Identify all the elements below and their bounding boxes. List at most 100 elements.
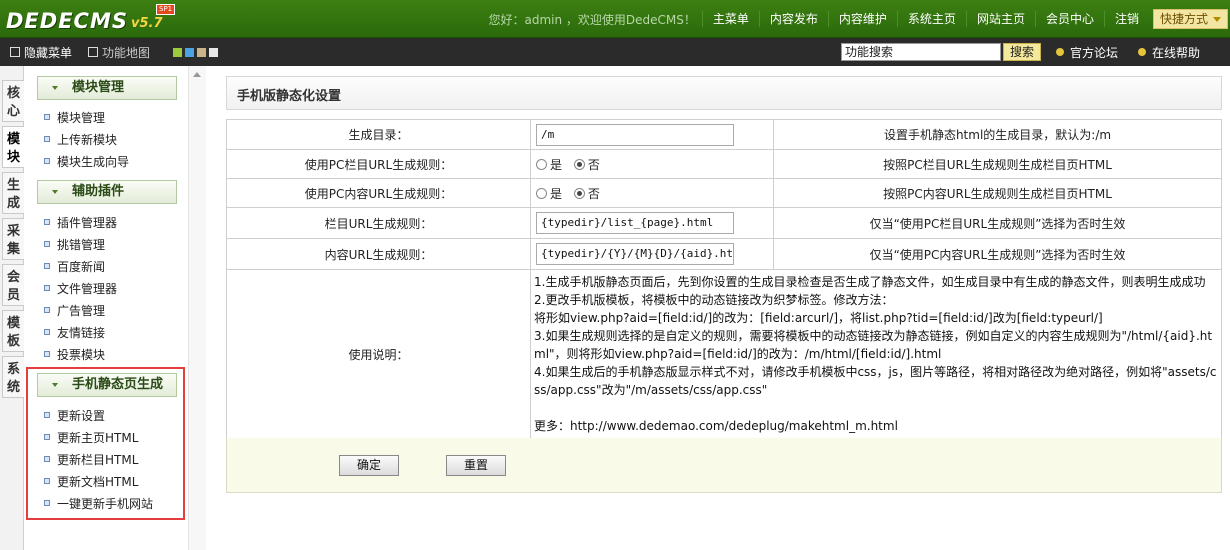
bullet-icon (44, 351, 50, 357)
online-help-link[interactable]: 在线帮助 (1138, 38, 1200, 66)
radio-yes-label: 是 (550, 186, 563, 201)
usage-line: 将形如view.php?aid=[field:id/]的改为：[field:ar… (534, 311, 1103, 325)
menu-item-vote-module[interactable]: 投票模块 (44, 345, 105, 363)
official-forum-label: 官方论坛 (1070, 45, 1119, 60)
menu-item-baidu-news[interactable]: 百度新闻 (44, 257, 105, 275)
scroll-up-icon[interactable] (193, 72, 201, 77)
form-row-pc-column-rule: 使用PC栏目URL生成规则： 是 否 按照PC栏目URL生成规则生成栏目页HTM… (226, 149, 1222, 179)
sub-toolbar: 隐藏菜单 功能地图 功能搜索 搜索 官方论坛 在线帮助 (0, 38, 1230, 66)
menu-item-friend-links[interactable]: 友情链接 (44, 323, 105, 341)
tab-members[interactable]: 会员 (2, 264, 24, 306)
menu-group-title: 模块管理 (72, 80, 125, 95)
column-url-rule-label: 栏目URL生成规则： (226, 207, 531, 239)
bullet-icon (44, 285, 50, 291)
search-button[interactable]: 搜索 (1003, 43, 1041, 61)
side-tabs: 核心 模块 生成 采集 会员 模板 系统 (0, 66, 24, 550)
menu-item-error-report[interactable]: 挑错管理 (44, 235, 105, 253)
form-row-content-url-rule: 内容URL生成规则： {typedir}/{Y}/{M}{D}/{aid}.ht… (226, 238, 1222, 270)
menu-item-plugin-manager[interactable]: 插件管理器 (44, 213, 117, 231)
bullet-icon (44, 219, 50, 225)
menu-group-module-management[interactable]: 模块管理 (37, 76, 177, 100)
official-forum-link[interactable]: 官方论坛 (1056, 38, 1118, 66)
output-dir-desc: 设置手机静态html的生成目录，默认为:/m (773, 119, 1222, 150)
bullet-icon (44, 114, 50, 120)
column-url-rule-desc: 仅当“使用PC栏目URL生成规则”选择为否时生效 (773, 207, 1222, 239)
menu-item-upload-module[interactable]: 上传新模块 (44, 130, 117, 148)
bullet-icon (44, 241, 50, 247)
function-search-input[interactable]: 功能搜索 (841, 43, 1001, 61)
usage-more-link[interactable]: 更多：http://www.dedemao.com/dedeplug/makeh… (534, 417, 1218, 435)
nav-member-center[interactable]: 会员中心 (1034, 11, 1104, 27)
online-help-label: 在线帮助 (1152, 45, 1201, 60)
tab-system[interactable]: 系统 (2, 356, 24, 398)
form-row-output-dir: 生成目录： /m 设置手机静态html的生成目录，默认为:/m (226, 119, 1222, 150)
radio-yes-label: 是 (550, 157, 563, 172)
usage-notes: 1.生成手机版静态页面后，先到你设置的生成目录检查是否生成了静态文件，如生成目录… (530, 269, 1222, 439)
menu-item-label: 广告管理 (57, 303, 106, 318)
dedecms-logo: DEDECMS v5.7 SP1 (6, 4, 176, 34)
menu-item-modules[interactable]: 模块管理 (44, 108, 105, 126)
reset-button[interactable]: 重置 (446, 455, 506, 476)
tab-modules[interactable]: 模块 (2, 126, 24, 168)
skin-swatch-gray[interactable] (209, 47, 218, 57)
menu-item-label: 上传新模块 (57, 132, 118, 147)
logo-version: v5.7 (131, 16, 163, 31)
menu-item-label: 模块生成向导 (57, 154, 130, 169)
menu-item-label: 文件管理器 (57, 281, 118, 296)
tab-collect[interactable]: 采集 (2, 218, 24, 260)
menu-item-module-wizard[interactable]: 模块生成向导 (44, 152, 129, 170)
column-url-rule-input[interactable]: {typedir}/list_{page}.html (536, 212, 734, 234)
menu-item-label: 模块管理 (57, 110, 106, 125)
grid-icon (88, 47, 98, 57)
skin-swatch-blue[interactable] (185, 47, 194, 57)
logo-sp-badge: SP1 (156, 4, 176, 15)
output-dir-input[interactable]: /m (536, 123, 734, 146)
page-title-bar: 手机版静态化设置 (226, 76, 1222, 110)
tab-generate[interactable]: 生成 (2, 172, 24, 214)
menu-splitter[interactable] (188, 66, 206, 550)
usage-line: 2.更改手机版模板，将模板中的动态链接改为织梦标签。修改方法： (534, 293, 894, 307)
pc-column-rule-no-radio[interactable] (573, 158, 585, 170)
nav-site-home[interactable]: 网站主页 (965, 11, 1035, 27)
skin-swatches (173, 38, 221, 66)
skin-swatch-green[interactable] (173, 47, 182, 57)
form-button-bar: 确定 重置 (226, 438, 1222, 493)
menu-item-ad-manager[interactable]: 广告管理 (44, 301, 105, 319)
settings-form: 生成目录： /m 设置手机静态html的生成目录，默认为:/m 使用PC栏目UR… (226, 119, 1222, 439)
nav-content-maintain[interactable]: 内容维护 (827, 11, 897, 27)
pc-content-rule-label: 使用PC内容URL生成规则： (226, 178, 531, 208)
nav-system-home[interactable]: 系统主页 (896, 11, 966, 27)
content-url-rule-input[interactable]: {typedir}/{Y}/{M}{D}/{aid}.html (536, 243, 734, 265)
menu-item-label: 百度新闻 (57, 259, 106, 274)
forum-icon (1056, 48, 1064, 56)
content-url-rule-desc: 仅当“使用PC内容URL生成规则”选择为否时生效 (773, 238, 1222, 270)
usage-line (534, 399, 1218, 417)
skin-swatch-tan[interactable] (197, 47, 206, 57)
quick-links-dropdown[interactable]: 快捷方式 (1152, 9, 1228, 29)
bullet-icon (44, 136, 50, 142)
pc-content-rule-yes-radio[interactable] (536, 187, 547, 199)
menu-group-plugins[interactable]: 辅助插件 (37, 180, 177, 204)
pc-content-rule-desc: 按照PC内容URL生成规则生成栏目页HTML (773, 178, 1222, 208)
pc-column-rule-yes-radio[interactable] (536, 158, 547, 170)
usage-label: 使用说明： (226, 269, 531, 439)
bullet-icon (44, 329, 50, 335)
tab-templates[interactable]: 模板 (2, 310, 24, 352)
hide-menu-button[interactable]: 隐藏菜单 (10, 38, 72, 66)
function-map-button[interactable]: 功能地图 (88, 38, 150, 66)
bullet-icon (44, 307, 50, 313)
tab-core[interactable]: 核心 (2, 80, 24, 122)
menu-item-file-manager[interactable]: 文件管理器 (44, 279, 117, 297)
confirm-button[interactable]: 确定 (339, 455, 399, 476)
pc-content-rule-no-radio[interactable] (573, 187, 585, 199)
nav-logout[interactable]: 注销 (1103, 11, 1149, 27)
help-icon (1138, 48, 1146, 56)
menu-item-label: 友情链接 (57, 325, 106, 340)
pc-column-rule-desc: 按照PC栏目URL生成规则生成栏目页HTML (773, 149, 1222, 179)
form-row-column-url-rule: 栏目URL生成规则： {typedir}/list_{page}.html 仅当… (226, 207, 1222, 239)
nav-main-menu[interactable]: 主菜单 (701, 11, 759, 27)
nav-content-publish[interactable]: 内容发布 (758, 11, 828, 27)
usage-line: 1.生成手机版静态页面后，先到你设置的生成目录检查是否生成了静态文件，如生成目录… (534, 275, 1206, 289)
bullet-icon (44, 158, 50, 164)
menu-group-title: 辅助插件 (72, 184, 125, 199)
